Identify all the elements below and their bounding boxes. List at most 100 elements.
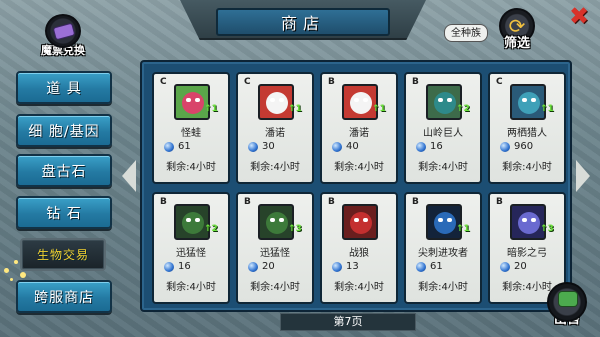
time-remaining: 剩余:4小时 <box>166 282 216 293</box>
creature-portrait-icon <box>426 204 462 240</box>
upgrade-arrow-level: ↑3 <box>540 224 554 234</box>
item-price: 20 <box>248 261 275 272</box>
shop-item-card[interactable]: B ↑3 迅猛怪 20 剩余:4小时 <box>236 192 314 304</box>
upgrade-arrow-level: ↑2 <box>204 224 218 234</box>
upgrade-arrow-level: ↑1 <box>372 104 386 114</box>
menu-item-0[interactable]: 道 具 <box>16 71 112 104</box>
shop-item-card[interactable]: B ↑2 迅猛怪 16 剩余:4小时 <box>152 192 230 304</box>
item-price: 61 <box>164 141 191 152</box>
gem-icon <box>416 141 426 152</box>
item-price: 16 <box>416 141 443 152</box>
item-grade: C <box>496 77 503 87</box>
sell-button[interactable]: 出售 <box>542 282 592 334</box>
shop-item-card[interactable]: B 战狼 13 剩余:4小时 <box>320 192 398 304</box>
filter-label: 筛选 <box>503 36 530 51</box>
price-value: 20 <box>262 261 275 272</box>
shop-item-card[interactable]: B ↑1 潘诺 40 剩余:4小时 <box>320 72 398 184</box>
gem-icon <box>164 261 174 272</box>
item-grade: B <box>328 77 335 87</box>
shop-item-card[interactable]: C ↑1 两栖猎人 960 剩余:4小时 <box>488 72 566 184</box>
prev-page-arrow-icon[interactable] <box>122 160 136 192</box>
time-remaining: 剩余:4小时 <box>502 162 552 173</box>
shop-item-card[interactable]: C ↑1 怪蛙 61 剩余:4小时 <box>152 72 230 184</box>
upgrade-arrow-level: ↑2 <box>456 104 470 114</box>
price-value: 20 <box>514 261 527 272</box>
creature-portrait-icon <box>174 204 210 240</box>
upgrade-arrow-level: ↑3 <box>288 224 302 234</box>
menu-item-2[interactable]: 盘古石 <box>16 154 112 187</box>
price-value: 61 <box>178 141 191 152</box>
next-page-arrow-icon[interactable] <box>576 160 590 192</box>
time-remaining: 剩余:4小时 <box>418 162 468 173</box>
upgrade-arrow-level: ↑1 <box>204 104 218 114</box>
page-title: 商店 <box>216 8 390 36</box>
creature-name: 潘诺 <box>265 128 285 139</box>
upgrade-arrow-level: ↑1 <box>288 104 302 114</box>
creature-name: 尖刺进攻者 <box>418 248 468 259</box>
gem-icon <box>248 261 258 272</box>
gem-icon <box>416 261 426 272</box>
gem-icon <box>500 141 510 152</box>
item-grid-panel: C ↑1 怪蛙 61 剩余:4小时 C ↑1 潘诺 30 剩余:4小时 B ↑1 潘诺 40 剩余:4小时 B… <box>140 60 572 312</box>
item-price: 40 <box>332 141 359 152</box>
creature-name: 暗影之弓 <box>507 248 547 259</box>
item-price: 13 <box>332 261 359 272</box>
creature-name: 战狼 <box>349 248 369 259</box>
shop-item-card[interactable]: B ↑1 尖刺进攻者 61 剩余:4小时 <box>404 192 482 304</box>
price-value: 61 <box>430 261 443 272</box>
item-grade: B <box>244 197 251 207</box>
price-value: 16 <box>178 261 191 272</box>
price-value: 13 <box>346 261 359 272</box>
item-price: 960 <box>500 141 533 152</box>
creature-name: 迅猛怪 <box>260 248 290 259</box>
creature-portrait-icon <box>510 204 546 240</box>
creature-name: 山岭巨人 <box>423 128 463 139</box>
creature-portrait-icon <box>258 84 294 120</box>
creature-portrait-icon <box>342 204 378 240</box>
item-grade: C <box>244 77 251 87</box>
time-remaining: 剩余:4小时 <box>166 162 216 173</box>
close-icon[interactable]: ✖ <box>568 4 590 28</box>
ticket-exchange-button[interactable]: 魔票兑换 <box>34 14 92 62</box>
price-value: 40 <box>346 141 359 152</box>
menu-item-5[interactable]: 跨服商店 <box>16 280 112 313</box>
item-grade: B <box>496 197 503 207</box>
time-remaining: 剩余:4小时 <box>250 162 300 173</box>
gem-icon <box>332 141 342 152</box>
price-value: 16 <box>430 141 443 152</box>
price-value: 30 <box>262 141 275 152</box>
page-indicator: 第7页 <box>280 313 416 331</box>
item-grade: B <box>412 77 419 87</box>
gem-icon <box>332 261 342 272</box>
item-price: 20 <box>500 261 527 272</box>
creature-portrait-icon <box>258 204 294 240</box>
creature-name: 潘诺 <box>349 128 369 139</box>
time-remaining: 剩余:4小时 <box>334 162 384 173</box>
gem-icon <box>164 141 174 152</box>
upgrade-arrow-level: ↑1 <box>456 224 470 234</box>
creature-name: 怪蛙 <box>181 128 201 139</box>
menu-item-4[interactable]: 生物交易 <box>20 238 106 271</box>
title-banner: 商店 <box>180 0 426 46</box>
shop-item-card[interactable]: C ↑1 潘诺 30 剩余:4小时 <box>236 72 314 184</box>
item-price: 30 <box>248 141 275 152</box>
gem-icon <box>248 141 258 152</box>
item-price: 16 <box>164 261 191 272</box>
time-remaining: 剩余:4小时 <box>334 282 384 293</box>
creature-name: 两栖猎人 <box>507 128 547 139</box>
shop-item-card[interactable]: B ↑2 山岭巨人 16 剩余:4小时 <box>404 72 482 184</box>
filter-button[interactable]: ⟳ 筛选 <box>496 8 538 56</box>
sparkle-icon <box>2 258 28 284</box>
creature-portrait-icon <box>342 84 378 120</box>
gem-icon <box>500 261 510 272</box>
item-grade: B <box>160 197 167 207</box>
creature-portrait-icon <box>510 84 546 120</box>
menu-item-1[interactable]: 细 胞/基因 <box>16 114 112 147</box>
sell-icon <box>547 282 587 322</box>
item-grade: B <box>328 197 335 207</box>
time-remaining: 剩余:4小时 <box>418 282 468 293</box>
ticket-icon <box>45 14 81 48</box>
menu-item-3[interactable]: 钻 石 <box>16 196 112 229</box>
race-filter-tag[interactable]: 全种族 <box>444 24 488 42</box>
item-grade: B <box>412 197 419 207</box>
